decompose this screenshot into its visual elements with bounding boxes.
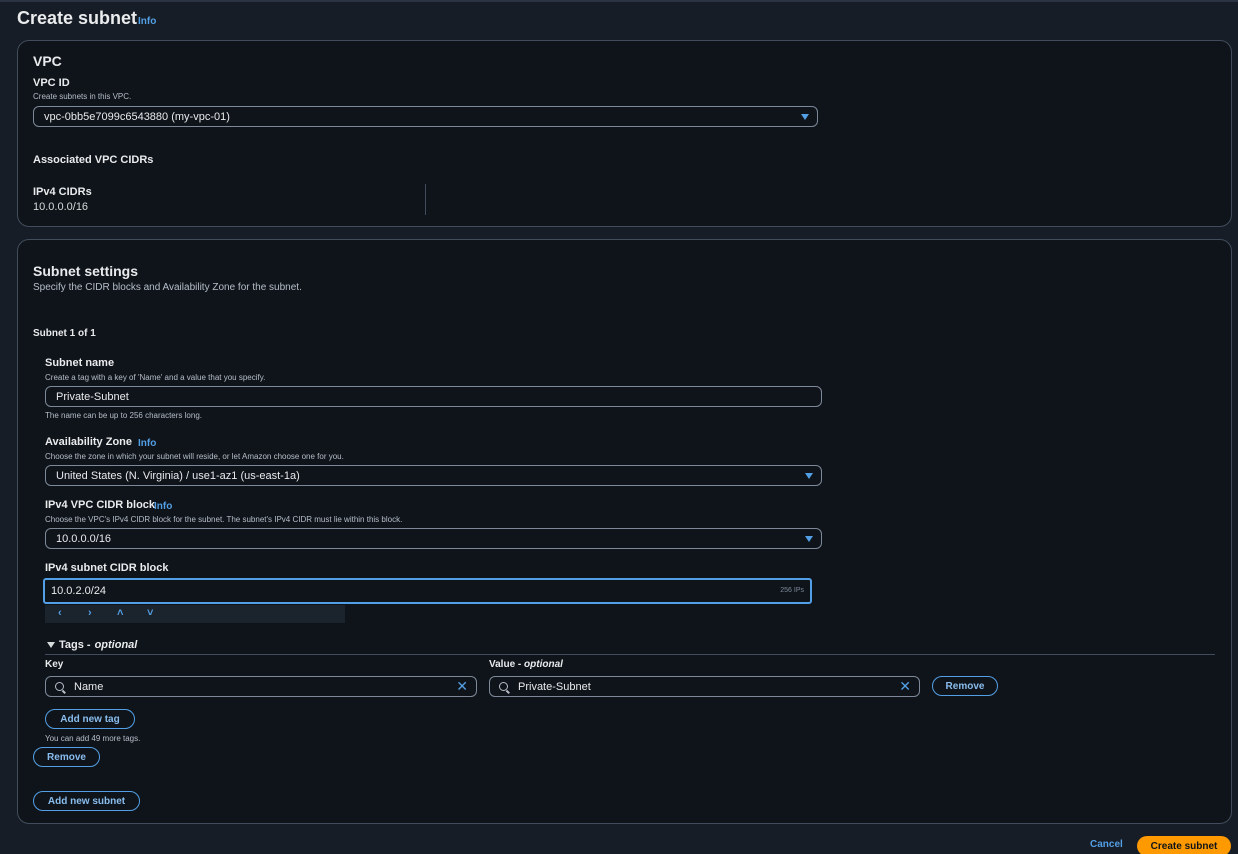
subnet-cidr-block-value: 10.0.2.0/24 [51, 585, 107, 597]
availability-zone-info-link[interactable]: Info [138, 438, 156, 449]
remove-subnet-button[interactable]: Remove [33, 747, 100, 767]
subnet-name-input[interactable]: Private-Subnet [45, 386, 822, 407]
subnet-name-hint: The name can be up to 256 characters lon… [45, 411, 202, 420]
page-info-link[interactable]: Info [138, 16, 156, 27]
associated-cidrs-heading: Associated VPC CIDRs [33, 154, 154, 166]
vpc-panel: VPC VPC ID Create subnets in this VPC. v… [17, 40, 1232, 227]
tag-key-value: Name [74, 680, 104, 693]
ipv4-cidrs-label: IPv4 CIDRs [33, 186, 92, 198]
availability-zone-label: Availability Zone [45, 436, 133, 448]
tags-toggle[interactable]: Tags - optional [47, 639, 137, 651]
page-title: Create subnet [17, 8, 138, 28]
availability-zone-description: Choose the zone in which your subnet wil… [45, 452, 344, 461]
chevron-left-icon[interactable]: ‹ [58, 607, 62, 619]
caret-down-icon [805, 536, 813, 542]
caret-down-icon [805, 473, 813, 479]
vpc-heading: VPC [33, 53, 62, 69]
search-icon [499, 682, 508, 691]
tag-value-optional: optional [524, 659, 563, 670]
vpc-cidr-block-selected-value: 10.0.0.0/16 [56, 532, 112, 545]
tags-heading: Tags - [59, 639, 91, 651]
tag-value-input[interactable]: Private-Subnet ✕ [489, 676, 920, 697]
tag-value-value: Private-Subnet [518, 680, 591, 693]
tag-value-label: Value - optional [489, 659, 563, 670]
tag-value-label-text: Value - [489, 659, 522, 670]
subnet-settings-description: Specify the CIDR blocks and Availability… [33, 282, 302, 293]
subnet-counter: Subnet 1 of 1 [33, 328, 96, 339]
top-border [0, 0, 1238, 2]
subnet-settings-heading: Subnet settings [33, 263, 139, 279]
cancel-button[interactable]: Cancel [1090, 839, 1123, 850]
column-divider [425, 184, 426, 215]
tags-limit-hint: You can add 49 more tags. [45, 734, 141, 743]
tags-divider [45, 654, 1215, 655]
add-new-subnet-button[interactable]: Add new subnet [33, 791, 140, 811]
clear-icon[interactable]: ✕ [899, 678, 911, 695]
chevron-up-icon[interactable]: ˄ [117, 607, 123, 619]
chevron-right-icon[interactable]: › [88, 607, 92, 619]
chevron-down-icon[interactable]: ˅ [147, 607, 153, 619]
subnet-name-value: Private-Subnet [56, 390, 129, 403]
subnet-cidr-block-label: IPv4 subnet CIDR block [45, 562, 169, 574]
availability-zone-select[interactable]: United States (N. Virginia) / use1-az1 (… [45, 465, 822, 486]
ipv4-cidrs-value: 10.0.0.0/16 [33, 201, 89, 213]
clear-icon[interactable]: ✕ [456, 678, 468, 695]
add-new-tag-button[interactable]: Add new tag [45, 709, 135, 729]
vpc-id-description: Create subnets in this VPC. [33, 92, 132, 101]
tag-key-label: Key [45, 659, 64, 670]
vpc-id-label: VPC ID [33, 77, 70, 89]
subnet-name-description: Create a tag with a key of 'Name' and a … [45, 373, 266, 382]
subnet-settings-panel: Subnet settings Specify the CIDR blocks … [17, 239, 1232, 824]
caret-down-icon [47, 642, 55, 648]
search-icon [55, 682, 64, 691]
cidr-stepper: ‹ › ˄ ˅ [45, 605, 345, 623]
vpc-cidr-block-description: Choose the VPC's IPv4 CIDR block for the… [45, 515, 403, 524]
vpc-cidr-block-info-link[interactable]: Info [154, 501, 172, 512]
tags-optional: optional [94, 639, 138, 651]
subnet-name-label: Subnet name [45, 357, 115, 369]
vpc-id-selected-value: vpc-0bb5e7099c6543880 (my-vpc-01) [44, 110, 230, 123]
remove-tag-button[interactable]: Remove [932, 676, 998, 696]
subnet-cidr-block-input[interactable]: 10.0.2.0/24 256 IPs [43, 578, 812, 604]
vpc-id-select[interactable]: vpc-0bb5e7099c6543880 (my-vpc-01) [33, 106, 818, 127]
subnet-ip-count: 256 IPs [780, 587, 804, 594]
create-subnet-button[interactable]: Create subnet [1137, 836, 1231, 854]
caret-down-icon [801, 114, 809, 120]
tag-key-input[interactable]: Name ✕ [45, 676, 477, 697]
vpc-cidr-block-select[interactable]: 10.0.0.0/16 [45, 528, 822, 549]
availability-zone-selected-value: United States (N. Virginia) / use1-az1 (… [56, 469, 300, 482]
vpc-cidr-block-label: IPv4 VPC CIDR block [45, 499, 156, 511]
